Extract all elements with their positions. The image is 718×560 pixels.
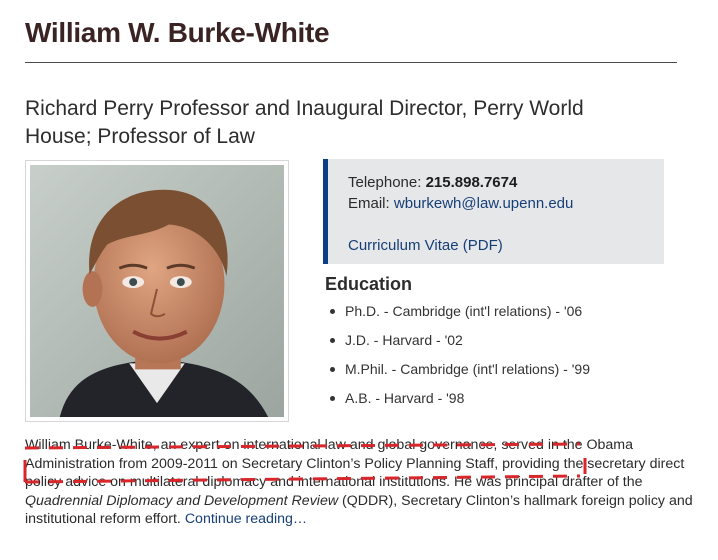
report-title: Quadrennial Diplomacy and Development Re… <box>25 492 339 509</box>
education-item: M.Phil. - Cambridge (int'l relations) - … <box>330 359 590 388</box>
email-label: Email: <box>348 195 390 212</box>
bio-paragraph: William Burke-White, an expert on intern… <box>25 436 697 529</box>
contact-box: Telephone: 215.898.7674 Email: wburkewh@… <box>323 159 664 264</box>
faculty-profile-page: William W. Burke-White Richard Perry Pro… <box>0 0 718 560</box>
portrait-photo <box>30 165 284 417</box>
email-row: Email: wburkewh@law.upenn.edu <box>348 193 664 214</box>
email-link[interactable]: wburkewh@law.upenn.edu <box>394 195 574 212</box>
profile-title: Richard Perry Professor and Inaugural Di… <box>25 97 584 148</box>
telephone-label: Telephone: <box>348 174 422 191</box>
education-item: Ph.D. - Cambridge (int'l relations) - '0… <box>330 301 590 330</box>
education-item: A.B. - Harvard - '98 <box>330 388 590 417</box>
profile-name: William W. Burke-White <box>25 17 330 48</box>
education-item: J.D. - Harvard - '02 <box>330 330 590 359</box>
telephone-number: 215.898.7674 <box>425 174 518 191</box>
education-heading: Education <box>325 274 413 294</box>
portrait-photo-frame <box>25 160 289 422</box>
bio-text: William Burke-White, an expert on intern… <box>25 437 685 490</box>
telephone-row: Telephone: 215.898.7674 <box>348 172 664 193</box>
education-list: Ph.D. - Cambridge (int'l relations) - '0… <box>330 301 590 417</box>
continue-reading-link[interactable]: Continue reading… <box>185 511 307 527</box>
cv-link[interactable]: Curriculum Vitae (PDF) <box>348 235 503 256</box>
title-divider <box>25 62 677 63</box>
